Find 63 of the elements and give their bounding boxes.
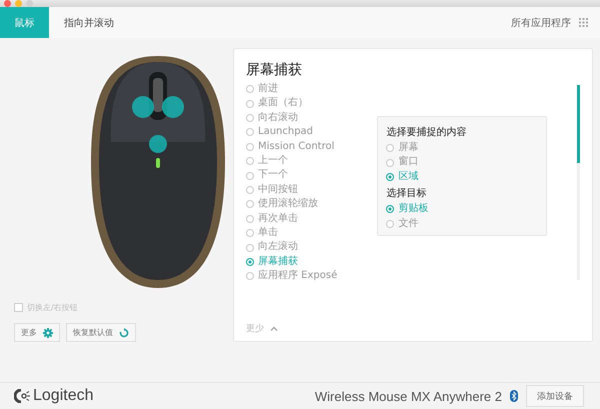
- checkbox[interactable]: [14, 303, 23, 312]
- action-option[interactable]: 再次单击: [246, 212, 338, 226]
- chevron-up-icon: [270, 326, 278, 331]
- more-button[interactable]: 更多: [14, 323, 60, 342]
- radio-button[interactable]: [246, 229, 254, 238]
- action-option[interactable]: 上一个: [246, 154, 338, 168]
- action-option[interactable]: 应用程序 Exposé: [246, 269, 338, 284]
- radio-button[interactable]: [386, 205, 394, 214]
- grid-icon[interactable]: [579, 18, 588, 27]
- capture-option[interactable]: 窗口: [386, 155, 538, 170]
- logo-icon: [14, 389, 30, 403]
- all-apps-link[interactable]: 所有应用程序: [511, 16, 571, 30]
- action-option[interactable]: Launchpad: [246, 125, 338, 140]
- action-option[interactable]: 屏幕捕获: [246, 254, 338, 270]
- radio-button[interactable]: [246, 258, 254, 266]
- action-option[interactable]: 前进: [246, 82, 338, 96]
- radio-button[interactable]: [246, 272, 254, 280]
- show-less-link[interactable]: 更少: [246, 322, 580, 335]
- radio-button[interactable]: [386, 144, 394, 152]
- action-option[interactable]: 中间按钮: [246, 182, 338, 198]
- radio-button[interactable]: [246, 244, 254, 252]
- radio-button[interactable]: [246, 200, 254, 208]
- capture-option[interactable]: 文件: [386, 216, 538, 232]
- radio-button[interactable]: [246, 114, 254, 122]
- radio-button[interactable]: [386, 173, 394, 182]
- section-heading: 选择要捕捉的内容: [386, 126, 468, 139]
- action-option[interactable]: 单击: [246, 226, 338, 240]
- minimize-button[interactable]: [15, 0, 22, 7]
- capture-option[interactable]: 剪贴板: [386, 202, 538, 217]
- radio-button[interactable]: [246, 85, 254, 94]
- radio-button[interactable]: [386, 220, 394, 228]
- device-name: Wireless Mouse MX Anywhere 2: [314, 388, 502, 404]
- checkbox-label: 切换左/右按钮: [27, 302, 78, 313]
- add-device-button[interactable]: 添加设备: [526, 385, 584, 407]
- radio-button[interactable]: [246, 100, 254, 108]
- bluetooth-icon: [510, 390, 518, 402]
- radio-button[interactable]: [246, 214, 254, 223]
- panel-title: 屏幕捕获: [246, 61, 303, 79]
- section-heading: 选择目标: [386, 186, 428, 200]
- radio-button[interactable]: [246, 172, 254, 180]
- action-option[interactable]: Mission Control: [246, 140, 338, 154]
- action-option[interactable]: 桌面（右）: [246, 96, 338, 111]
- reset-icon: [119, 328, 129, 338]
- tab[interactable]: 指向并滚动: [49, 7, 129, 38]
- radio-button[interactable]: [246, 186, 254, 194]
- action-option[interactable]: 下一个: [246, 168, 338, 183]
- reset-button[interactable]: 恢复默认值: [66, 323, 136, 342]
- swap-buttons-checkbox[interactable]: 切换左/右按钮: [14, 302, 78, 313]
- radio-button[interactable]: [246, 157, 254, 166]
- gear-icon: [43, 328, 53, 338]
- radio-button[interactable]: [246, 142, 254, 151]
- close-button[interactable]: [4, 0, 11, 7]
- capture-option[interactable]: 屏幕: [386, 141, 538, 156]
- capture-option[interactable]: 区域: [386, 170, 538, 184]
- action-option[interactable]: 使用滚轮缩放: [246, 197, 338, 212]
- radio-button[interactable]: [386, 158, 394, 167]
- scrollbar-thumb[interactable]: [577, 85, 580, 163]
- zoom-button[interactable]: [26, 0, 33, 7]
- brand-name: Logitech: [33, 387, 94, 405]
- tab[interactable]: 鼠标: [0, 7, 49, 38]
- radio-button[interactable]: [246, 128, 254, 136]
- action-option[interactable]: 向右滚动: [246, 110, 338, 126]
- action-option[interactable]: 向左滚动: [246, 240, 338, 255]
